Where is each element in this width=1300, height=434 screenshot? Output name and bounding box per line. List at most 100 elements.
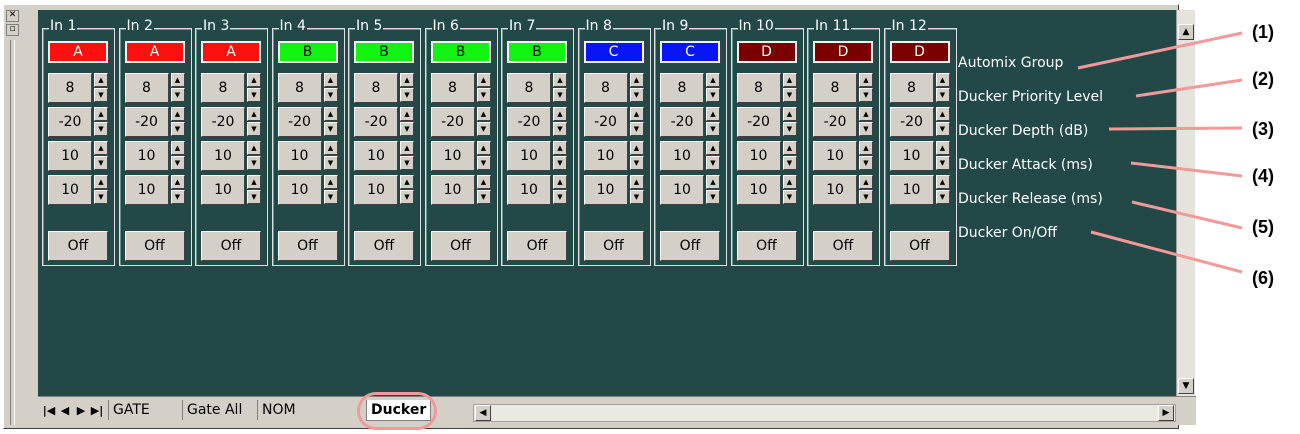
spin-up-icon[interactable]: ▲	[629, 141, 644, 155]
ducker-onoff-button[interactable]: Off	[813, 231, 873, 261]
spin-up-icon[interactable]: ▲	[782, 175, 797, 189]
ducker-release-value[interactable]: 10	[48, 175, 92, 205]
ducker-attack-value[interactable]: 10	[736, 141, 781, 171]
ducker-onoff-button[interactable]: Off	[430, 231, 491, 261]
prev-sheet-icon[interactable]: ◀	[58, 403, 72, 419]
spin-down-icon[interactable]: ▼	[629, 156, 644, 170]
spin-up-icon[interactable]: ▲	[400, 141, 414, 155]
automix-group-button[interactable]: B	[354, 41, 414, 63]
ducker-depth-value[interactable]: -20	[354, 107, 398, 137]
ducker-release-value[interactable]: 10	[736, 175, 781, 205]
spin-up-icon[interactable]: ▲	[629, 107, 644, 121]
spin-down-icon[interactable]: ▼	[553, 88, 567, 102]
spin-down-icon[interactable]: ▼	[400, 88, 414, 102]
ducker-release-spinner[interactable]: 10 ▲ ▼	[430, 175, 495, 205]
automix-group-button[interactable]: D	[736, 41, 797, 63]
scroll-right-icon[interactable]: ▶	[1158, 405, 1174, 421]
ducker-priority-spinner[interactable]: 8 ▲ ▼	[660, 73, 724, 103]
spin-down-icon[interactable]: ▼	[170, 156, 185, 170]
ducker-release-value[interactable]: 10	[124, 175, 169, 205]
automix-group-button[interactable]: A	[124, 41, 185, 63]
ducker-attack-spinner[interactable]: 10 ▲ ▼	[736, 141, 801, 171]
ducker-onoff-button[interactable]: Off	[124, 231, 185, 261]
scroll-up-icon[interactable]: ▲	[1178, 24, 1194, 40]
spin-up-icon[interactable]: ▲	[782, 73, 797, 87]
ducker-priority-spinner[interactable]: 8 ▲ ▼	[430, 73, 495, 103]
ducker-release-value[interactable]: 10	[583, 175, 628, 205]
spin-up-icon[interactable]: ▲	[553, 73, 567, 87]
spin-down-icon[interactable]: ▼	[782, 190, 797, 204]
spin-up-icon[interactable]: ▲	[935, 73, 950, 87]
ducker-attack-value[interactable]: 10	[430, 141, 475, 171]
ducker-release-value[interactable]: 10	[660, 175, 704, 205]
spin-down-icon[interactable]: ▼	[859, 156, 873, 170]
ducker-attack-spinner[interactable]: 10 ▲ ▼	[813, 141, 877, 171]
ducker-release-value[interactable]: 10	[277, 175, 322, 205]
ducker-onoff-button[interactable]: Off	[583, 231, 644, 261]
ducker-depth-value[interactable]: -20	[889, 107, 934, 137]
spin-down-icon[interactable]: ▼	[859, 88, 873, 102]
ducker-release-spinner[interactable]: 10 ▲ ▼	[277, 175, 342, 205]
spin-down-icon[interactable]: ▼	[476, 156, 491, 170]
ducker-release-spinner[interactable]: 10 ▲ ▼	[813, 175, 877, 205]
ducker-onoff-button[interactable]: Off	[889, 231, 950, 261]
ducker-release-value[interactable]: 10	[507, 175, 551, 205]
spin-up-icon[interactable]: ▲	[859, 175, 873, 189]
automix-group-button[interactable]: A	[201, 41, 261, 63]
ducker-priority-spinner[interactable]: 8 ▲ ▼	[507, 73, 571, 103]
ducker-attack-spinner[interactable]: 10 ▲ ▼	[660, 141, 724, 171]
spin-down-icon[interactable]: ▼	[323, 156, 338, 170]
spin-down-icon[interactable]: ▼	[170, 88, 185, 102]
spin-up-icon[interactable]: ▲	[94, 73, 108, 87]
automix-group-button[interactable]: B	[430, 41, 491, 63]
ducker-priority-value[interactable]: 8	[736, 73, 781, 103]
spin-down-icon[interactable]: ▼	[400, 156, 414, 170]
spin-up-icon[interactable]: ▲	[323, 107, 338, 121]
spin-down-icon[interactable]: ▼	[94, 88, 108, 102]
spin-up-icon[interactable]: ▲	[247, 141, 261, 155]
ducker-priority-spinner[interactable]: 8 ▲ ▼	[583, 73, 648, 103]
spin-up-icon[interactable]: ▲	[629, 73, 644, 87]
spin-down-icon[interactable]: ▼	[476, 122, 491, 136]
ducker-depth-value[interactable]: -20	[660, 107, 704, 137]
spin-down-icon[interactable]: ▼	[323, 190, 338, 204]
spin-up-icon[interactable]: ▲	[476, 141, 491, 155]
spin-down-icon[interactable]: ▼	[247, 190, 261, 204]
spin-down-icon[interactable]: ▼	[323, 88, 338, 102]
ducker-release-spinner[interactable]: 10 ▲ ▼	[201, 175, 265, 205]
ducker-priority-spinner[interactable]: 8 ▲ ▼	[354, 73, 418, 103]
resize-grip[interactable]	[10, 40, 15, 425]
spin-up-icon[interactable]: ▲	[323, 141, 338, 155]
spin-down-icon[interactable]: ▼	[247, 122, 261, 136]
spin-up-icon[interactable]: ▲	[400, 175, 414, 189]
automix-group-button[interactable]: A	[48, 41, 108, 63]
spin-up-icon[interactable]: ▲	[706, 107, 720, 121]
ducker-attack-spinner[interactable]: 10 ▲ ▼	[889, 141, 954, 171]
horizontal-scrollbar[interactable]: ◀ ▶	[473, 404, 1176, 422]
last-sheet-icon[interactable]: ▶|	[90, 403, 104, 419]
spin-down-icon[interactable]: ▼	[629, 88, 644, 102]
spin-up-icon[interactable]: ▲	[476, 175, 491, 189]
spin-up-icon[interactable]: ▲	[553, 141, 567, 155]
spin-up-icon[interactable]: ▲	[706, 141, 720, 155]
ducker-onoff-button[interactable]: Off	[354, 231, 414, 261]
spin-up-icon[interactable]: ▲	[553, 107, 567, 121]
spin-up-icon[interactable]: ▲	[476, 73, 491, 87]
ducker-priority-spinner[interactable]: 8 ▲ ▼	[124, 73, 189, 103]
spin-down-icon[interactable]: ▼	[706, 190, 720, 204]
spin-down-icon[interactable]: ▼	[782, 156, 797, 170]
ducker-priority-spinner[interactable]: 8 ▲ ▼	[277, 73, 342, 103]
ducker-release-spinner[interactable]: 10 ▲ ▼	[889, 175, 954, 205]
spin-up-icon[interactable]: ▲	[859, 107, 873, 121]
ducker-release-spinner[interactable]: 10 ▲ ▼	[660, 175, 724, 205]
ducker-attack-spinner[interactable]: 10 ▲ ▼	[583, 141, 648, 171]
spin-up-icon[interactable]: ▲	[706, 73, 720, 87]
ducker-attack-value[interactable]: 10	[583, 141, 628, 171]
ducker-onoff-button[interactable]: Off	[736, 231, 797, 261]
spin-down-icon[interactable]: ▼	[859, 190, 873, 204]
ducker-attack-value[interactable]: 10	[660, 141, 704, 171]
ducker-priority-value[interactable]: 8	[48, 73, 92, 103]
spin-down-icon[interactable]: ▼	[935, 88, 950, 102]
ducker-depth-spinner[interactable]: -20 ▲ ▼	[813, 107, 877, 137]
automix-group-button[interactable]: D	[889, 41, 950, 63]
